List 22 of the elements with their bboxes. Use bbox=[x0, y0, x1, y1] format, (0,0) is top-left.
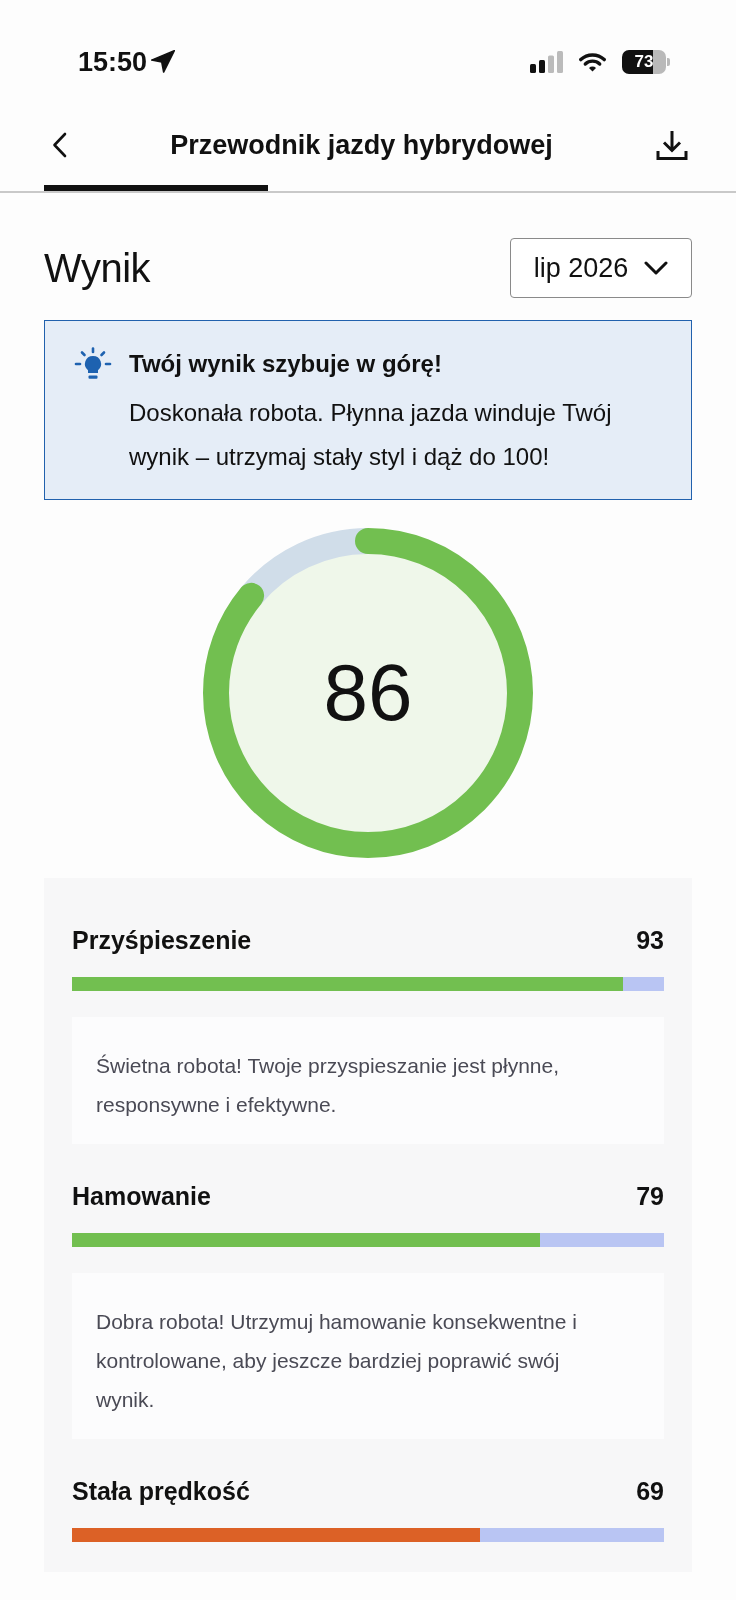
category-name: Hamowanie bbox=[72, 1181, 211, 1212]
download-icon bbox=[656, 129, 688, 161]
status-time: 15:50 bbox=[78, 46, 148, 77]
category-description: Dobra robota! Utrzymuj hamowanie konsekwentne i kontrolowane, aby jeszcze bardziej poprawić swój wynik. bbox=[96, 1309, 578, 1413]
tip-title: Twój wynik szybuje w górę! bbox=[129, 349, 443, 379]
signal-icon bbox=[530, 50, 563, 73]
category-description: Świetna robota! Twoje przyspieszanie jest płynne, responsywne i efektywne. bbox=[96, 1053, 561, 1118]
battery-indicator: 73 bbox=[622, 49, 670, 74]
back-icon bbox=[52, 132, 67, 158]
category-name: Przyśpieszenie bbox=[72, 925, 252, 956]
category-score: 69 bbox=[636, 1476, 664, 1507]
overall-score: 86 bbox=[323, 653, 413, 733]
page-title: Przewodnik jazdy hybrydowej bbox=[170, 128, 553, 162]
section-heading: Wynik bbox=[44, 245, 151, 292]
tip-text: Doskonała robota. Płynna jazda winduje Twój wynik – utrzymaj stały styl i dąż do 100! bbox=[129, 398, 613, 472]
category-score: 79 bbox=[636, 1181, 664, 1212]
month-dropdown[interactable]: lip 2026 bbox=[510, 238, 692, 298]
wifi-icon bbox=[579, 51, 606, 72]
chevron-down-icon bbox=[644, 261, 669, 275]
category-score: 93 bbox=[636, 925, 664, 956]
location-arrow-icon bbox=[151, 49, 176, 74]
category-name: Stała prędkość bbox=[72, 1476, 250, 1507]
